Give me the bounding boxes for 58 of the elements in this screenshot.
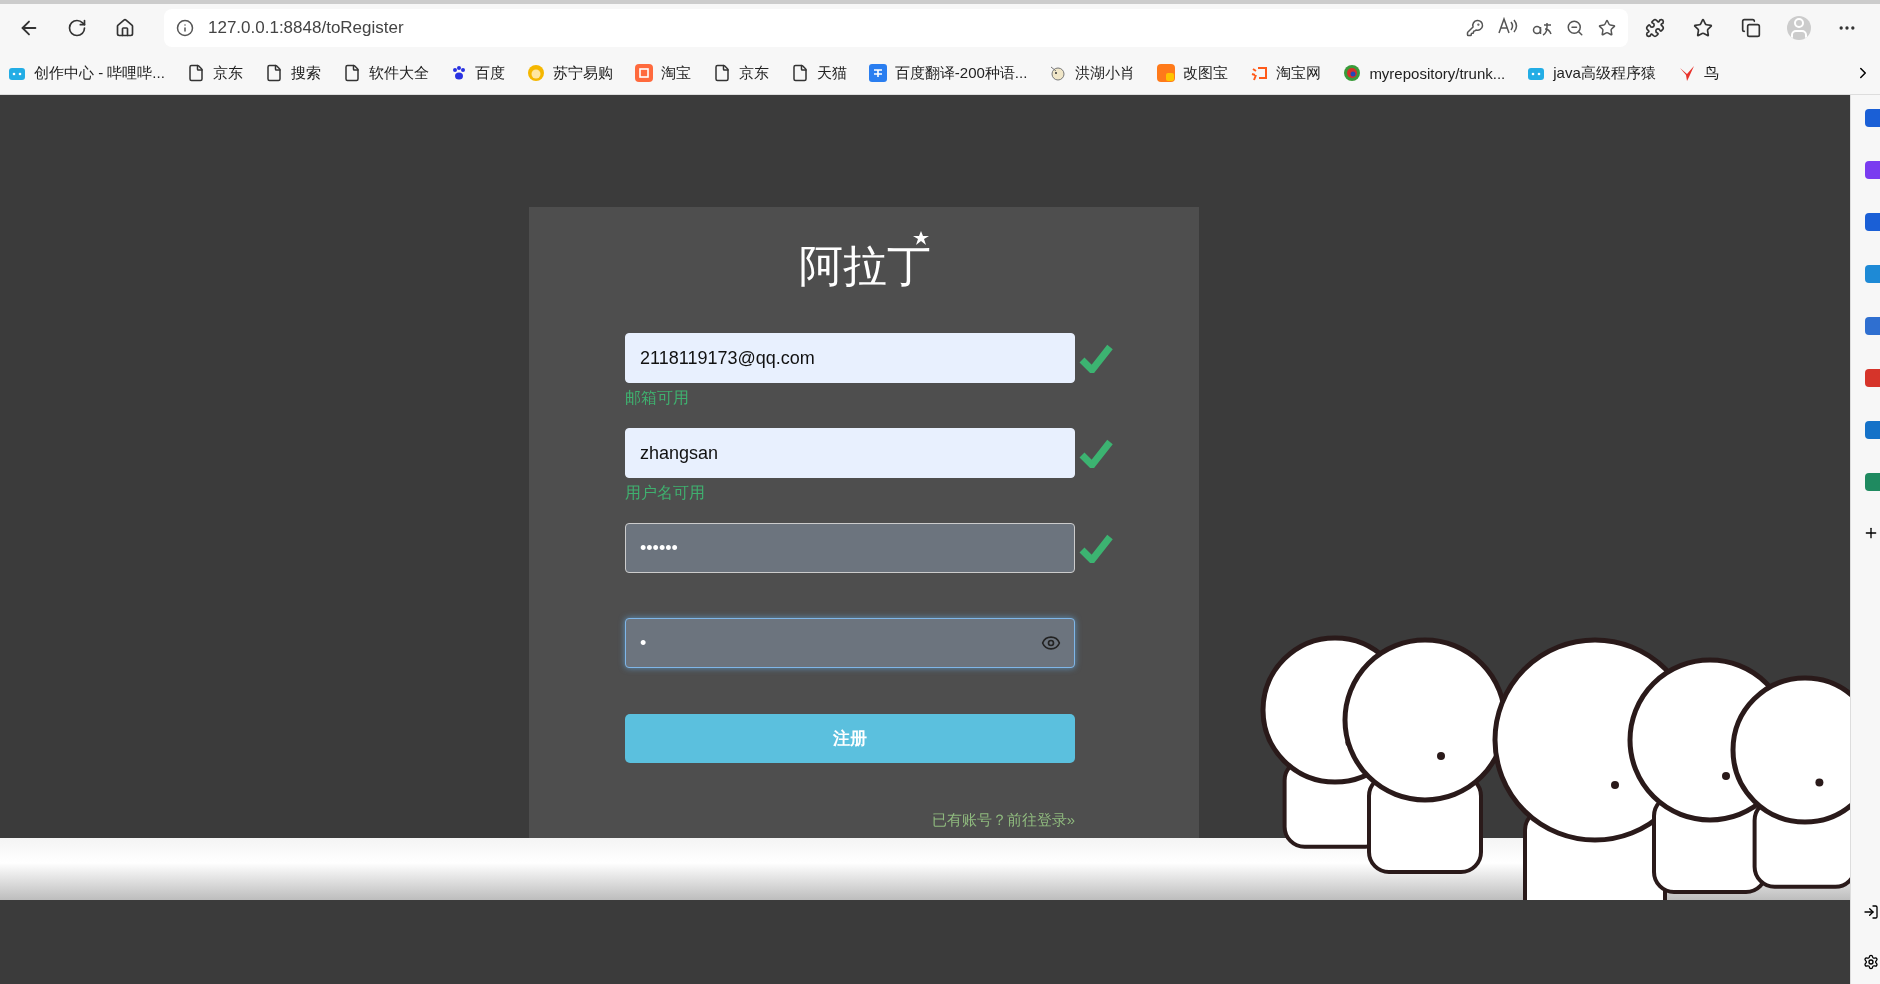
address-bar[interactable]: 127.0.0.1:8848/toRegister	[164, 9, 1628, 47]
add-icon[interactable]	[1863, 525, 1879, 541]
validation-message: 邮箱可用	[625, 388, 689, 408]
page-icon	[790, 64, 809, 82]
bookmark-link[interactable]: 百度	[450, 63, 505, 83]
bookmark-link[interactable]: 创作中心 - 哔哩哔...	[8, 63, 165, 83]
input-field[interactable]: •	[625, 618, 1075, 668]
tv-icon	[1527, 65, 1546, 81]
bookmark-link[interactable]: 苏宁易购	[526, 63, 613, 83]
favorite-add-icon[interactable]	[1598, 19, 1616, 37]
reload-icon[interactable]	[67, 18, 87, 38]
url-text: 127.0.0.1:8848/toRegister	[208, 18, 405, 38]
bookmark-link[interactable]: 淘宝网	[1250, 63, 1322, 83]
page-icon	[186, 64, 205, 82]
bookmark-link[interactable]: 软件大全	[342, 63, 429, 83]
bookmark-link[interactable]: 改图宝	[1157, 63, 1229, 83]
puzzle-icon[interactable]	[1645, 18, 1665, 38]
input-field[interactable]: ••••••	[625, 523, 1075, 573]
zoom-out-icon[interactable]	[1566, 19, 1584, 37]
home-icon[interactable]	[115, 18, 135, 38]
collections-icon[interactable]	[1741, 18, 1761, 38]
input-field[interactable]: zhangsan	[625, 428, 1075, 478]
key-icon[interactable]	[1466, 19, 1484, 37]
tao-icon	[634, 64, 653, 82]
page-icon	[712, 64, 731, 82]
bookmark-link[interactable]: 搜索	[264, 63, 321, 83]
bookmark-link[interactable]: myrepository/trunk...	[1343, 64, 1506, 82]
exit-icon[interactable]	[1863, 904, 1879, 920]
page-icon	[264, 64, 283, 82]
bookmark-link[interactable]: 百度翻译-200种语...	[868, 63, 1028, 83]
sidebar-app-icon[interactable]	[1865, 109, 1880, 127]
bookmark-link[interactable]: 淘宝	[634, 63, 691, 83]
tv-icon	[8, 65, 26, 81]
mascot-icon	[1049, 64, 1068, 82]
settings-icon[interactable]	[1863, 954, 1879, 970]
favorites-icon[interactable]	[1693, 18, 1713, 38]
lion-icon	[526, 64, 545, 82]
tao-icon	[1250, 64, 1269, 82]
validation-message: 用户名可用	[625, 483, 705, 503]
star-icon	[913, 231, 929, 247]
sidebar-app-icon[interactable]	[1865, 161, 1880, 179]
eye-icon[interactable]	[1041, 633, 1061, 653]
square-icon	[1157, 64, 1176, 82]
translate-icon	[868, 64, 887, 82]
bookmark-link[interactable]: 京东	[186, 63, 243, 83]
sidebar-app-icon[interactable]	[1865, 213, 1880, 231]
bookmark-link[interactable]: 京东	[712, 63, 769, 83]
input-field[interactable]: 2118119173@qq.com	[625, 333, 1075, 383]
bookmark-link[interactable]: 洪湖小肖	[1049, 63, 1136, 83]
bookmark-link[interactable]: 鸟	[1677, 63, 1719, 83]
swirl-icon	[1343, 64, 1362, 82]
bookmark-link[interactable]: 天猫	[790, 63, 847, 83]
page-icon	[342, 64, 361, 82]
paw-icon	[450, 65, 467, 81]
login-link[interactable]: 已有账号？前往登录»	[931, 811, 1075, 830]
bookmark-link[interactable]: java高级程序猿	[1527, 63, 1656, 83]
info-icon	[176, 19, 194, 37]
logo-text: 阿拉丁	[799, 237, 929, 307]
